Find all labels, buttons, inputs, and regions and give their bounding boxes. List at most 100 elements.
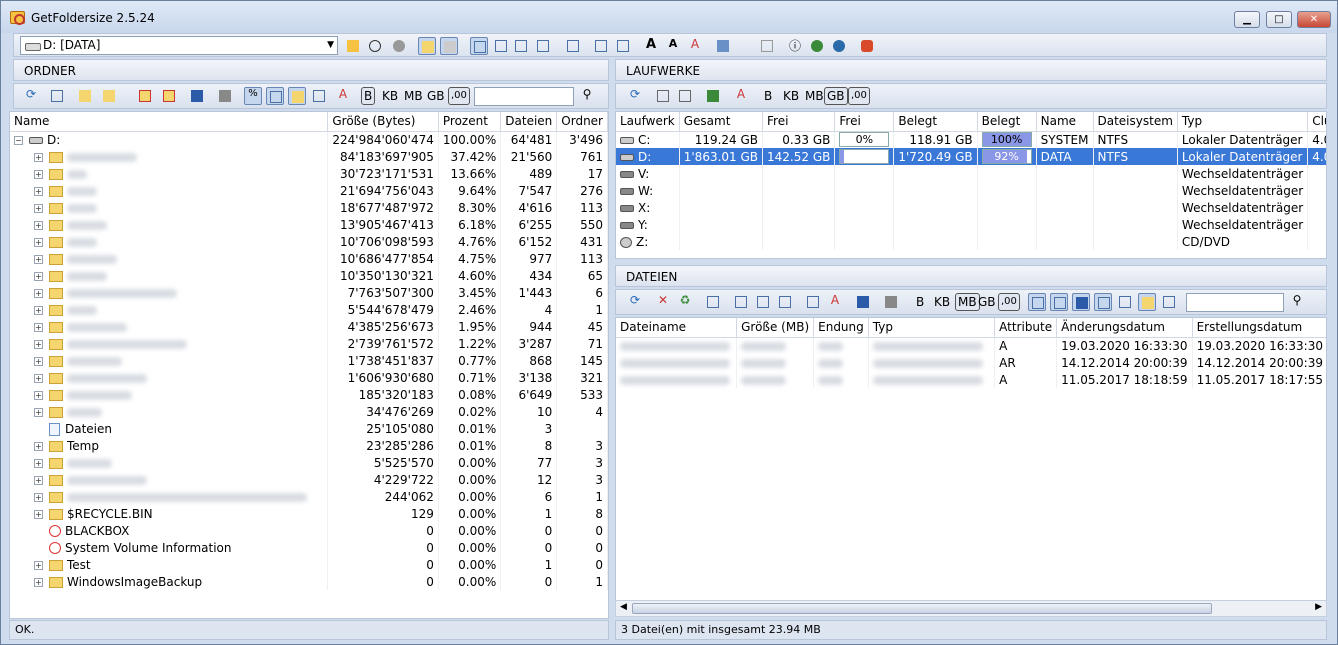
decimals-button[interactable]: ,00 bbox=[998, 293, 1020, 311]
help-icon[interactable] bbox=[1072, 293, 1090, 311]
delete-folder-icon[interactable] bbox=[136, 87, 154, 105]
drive-select[interactable]: D: [DATA] ▼ bbox=[20, 36, 338, 55]
decimals-button[interactable]: ,00 bbox=[848, 87, 870, 105]
column-header-free[interactable]: Frei bbox=[762, 112, 836, 132]
tree-row[interactable]: +84'183'697'905 37.42% 21'560 761 bbox=[10, 148, 608, 165]
unit-mb-button[interactable]: MB bbox=[404, 89, 423, 103]
tree-row[interactable]: + Temp 23'285'286 0.01% 8 3 bbox=[10, 437, 608, 454]
tree-row[interactable]: +21'694'756'043 9.64% 7'547 276 bbox=[10, 182, 608, 199]
column-header-modified[interactable]: Änderungsdatum bbox=[1056, 318, 1193, 338]
delete-icon[interactable] bbox=[160, 87, 178, 105]
column-header-filename[interactable]: Dateiname bbox=[616, 318, 738, 338]
expand-icon[interactable]: + bbox=[34, 475, 43, 485]
drive-row[interactable]: Z: CD/DVD bbox=[616, 233, 1326, 250]
tree-row[interactable]: +4'229'722 0.00% 12 3 bbox=[10, 471, 608, 488]
unit-gb-button[interactable]: GB bbox=[427, 89, 445, 103]
column-header-total[interactable]: Gesamt bbox=[679, 112, 764, 132]
expand-icon[interactable]: + bbox=[34, 356, 43, 366]
date-created-icon[interactable] bbox=[1138, 293, 1156, 311]
expand-icon[interactable]: + bbox=[34, 390, 43, 400]
column-header-folders[interactable]: Ordner bbox=[556, 112, 608, 132]
dateien-filter-input[interactable] bbox=[1186, 293, 1284, 312]
unit-gb-button[interactable]: GB bbox=[978, 295, 996, 309]
drive-scan-icon[interactable] bbox=[676, 87, 694, 105]
tree-row[interactable]: +7'763'507'300 3.45% 1'443 6 bbox=[10, 284, 608, 301]
binoculars-icon[interactable]: ⚲ bbox=[578, 87, 596, 105]
tree-row[interactable]: +13'905'467'413 6.18% 6'255 550 bbox=[10, 216, 608, 233]
column-header-name[interactable]: Name bbox=[10, 112, 329, 132]
kb-toggle-icon[interactable] bbox=[1028, 293, 1046, 311]
expand-icon[interactable]: + bbox=[34, 339, 43, 349]
unit-kb-button[interactable]: KB bbox=[382, 89, 398, 103]
drive-row[interactable]: W: Wechseldatenträger bbox=[616, 182, 1326, 199]
tree-row[interactable]: + $RECYCLE.BIN 129 0.00% 1 8 bbox=[10, 505, 608, 522]
tree-row[interactable]: +185'320'183 0.08% 6'649 533 bbox=[10, 386, 608, 403]
tree-row[interactable]: +10'350'130'321 4.60% 434 65 bbox=[10, 267, 608, 284]
save-icon[interactable] bbox=[854, 293, 872, 311]
tree-row[interactable]: +2'739'761'572 1.22% 3'287 71 bbox=[10, 335, 608, 352]
font-larger-icon[interactable]: A bbox=[642, 37, 660, 55]
expand-icon[interactable]: + bbox=[34, 509, 43, 519]
expand-icon[interactable]: + bbox=[34, 560, 43, 570]
drive-row[interactable]: V: Wechseldatenträger bbox=[616, 165, 1326, 182]
unit-kb-button[interactable]: KB bbox=[783, 89, 799, 103]
column-header-type[interactable]: Typ bbox=[1177, 112, 1309, 132]
expand-icon[interactable]: + bbox=[34, 407, 43, 417]
percent-icon[interactable]: % bbox=[244, 87, 262, 105]
power-icon[interactable] bbox=[858, 37, 876, 55]
file-row[interactable]: A 11.05.2017 18:18:59 11.05.2017 18:17:55 bbox=[616, 371, 1326, 388]
ordner-filter-input[interactable] bbox=[474, 87, 574, 106]
tree-row[interactable]: +10'686'477'854 4.75% 977 113 bbox=[10, 250, 608, 267]
expand-icon[interactable]: + bbox=[34, 288, 43, 298]
tree-row[interactable]: +1'738'451'837 0.77% 868 145 bbox=[10, 352, 608, 369]
column-header-attributes[interactable]: Attribute bbox=[994, 318, 1058, 338]
expand-icon[interactable]: + bbox=[34, 458, 43, 468]
print-icon[interactable] bbox=[882, 293, 900, 311]
monitor-icon[interactable] bbox=[714, 37, 732, 55]
expand-icon[interactable]: + bbox=[34, 441, 43, 451]
drive-row[interactable]: Y: Wechseldatenträger bbox=[616, 216, 1326, 233]
drive-row[interactable]: C: 119.24 GB 0.33 GB 0% 118.91 GB 100% SYSTEM N… bbox=[616, 131, 1326, 148]
column-header-free-percent[interactable]: Frei bbox=[834, 112, 895, 132]
copy-icon[interactable] bbox=[492, 37, 510, 55]
collapse-icon[interactable]: − bbox=[14, 135, 23, 145]
scan-folder-button[interactable] bbox=[344, 37, 362, 55]
font-icon[interactable]: A bbox=[826, 293, 844, 311]
tree-icon[interactable] bbox=[614, 37, 632, 55]
tree-row[interactable]: +244'062 0.00% 6 1 bbox=[10, 488, 608, 505]
web-search-icon[interactable] bbox=[830, 37, 848, 55]
tree-row[interactable]: + Test 0 0.00% 1 0 bbox=[10, 556, 608, 573]
column-header-type[interactable]: Typ bbox=[868, 318, 996, 338]
font-icon[interactable]: A bbox=[686, 37, 704, 55]
expand-icon[interactable]: + bbox=[34, 220, 43, 230]
tree-row[interactable]: +5'525'570 0.00% 77 3 bbox=[10, 454, 608, 471]
column-header-files[interactable]: Dateien bbox=[500, 112, 558, 132]
tree-row[interactable]: +1'606'930'680 0.71% 3'138 321 bbox=[10, 369, 608, 386]
decimals-button[interactable]: ,00 bbox=[448, 87, 470, 105]
tree-view-icon[interactable] bbox=[266, 87, 284, 105]
maximize-button[interactable]: □ bbox=[1266, 11, 1292, 28]
network-icon[interactable] bbox=[592, 37, 610, 55]
attribute-icon[interactable] bbox=[1094, 293, 1112, 311]
scrollbar-thumb[interactable] bbox=[632, 603, 1212, 614]
expand-icon[interactable]: + bbox=[34, 169, 43, 179]
expand-icon[interactable]: + bbox=[34, 203, 43, 213]
unit-b-button[interactable]: B bbox=[916, 295, 924, 309]
window-icon[interactable] bbox=[48, 87, 66, 105]
expand-icon[interactable]: + bbox=[34, 305, 43, 315]
open-folder-icon[interactable] bbox=[76, 87, 94, 105]
column-header-used[interactable]: Belegt bbox=[893, 112, 978, 132]
column-header-used-percent[interactable]: Belegt bbox=[977, 112, 1037, 132]
info-icon[interactable]: ⓘ bbox=[786, 37, 804, 55]
date-accessed-icon[interactable] bbox=[1160, 293, 1178, 311]
tree-row[interactable]: BLACKBOX 0 0.00% 0 0 bbox=[10, 522, 608, 539]
preview-icon[interactable] bbox=[754, 293, 772, 311]
font-smaller-icon[interactable]: A bbox=[664, 37, 682, 55]
tree-row[interactable]: +10'706'098'593 4.76% 6'152 431 bbox=[10, 233, 608, 250]
tree-row[interactable]: Dateien 25'105'080 0.01% 3 bbox=[10, 420, 608, 437]
column-header-drive[interactable]: Laufwerk bbox=[616, 112, 680, 132]
refresh-icon[interactable]: ⟳ bbox=[626, 87, 644, 105]
unit-kb-button[interactable]: KB bbox=[934, 295, 950, 309]
expand-icon[interactable]: + bbox=[34, 577, 43, 587]
close-button[interactable]: ✕ bbox=[1297, 11, 1331, 28]
